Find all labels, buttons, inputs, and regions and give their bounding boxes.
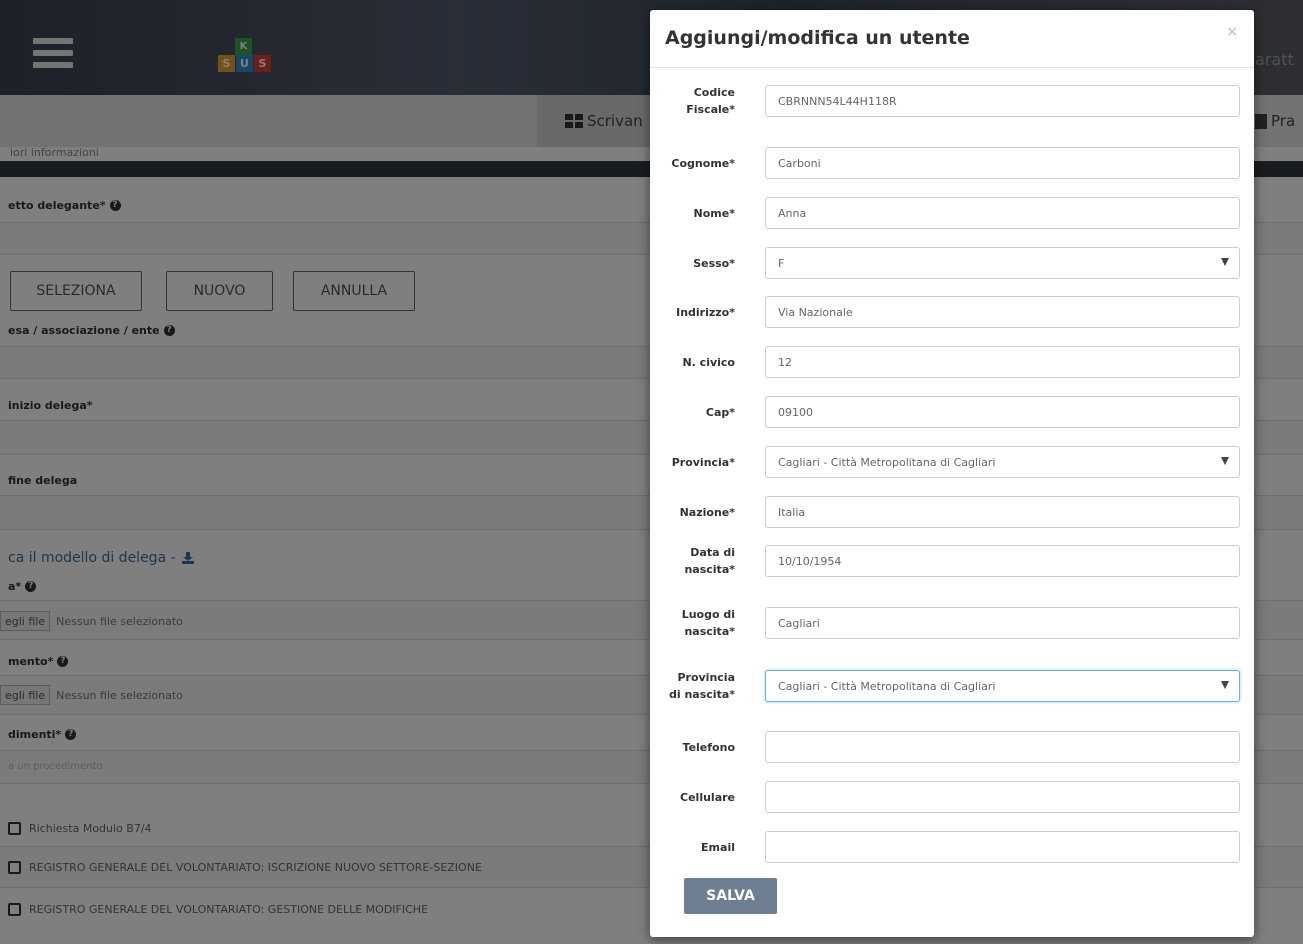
modal-divider xyxy=(650,67,1254,68)
dropdown-arrow-icon[interactable] xyxy=(1221,258,1229,266)
field-label-line: Cellulare xyxy=(680,790,735,804)
text-field[interactable]: CBRNNN54L44H118R xyxy=(765,85,1240,117)
field-label: Sesso* xyxy=(660,255,735,272)
text-field[interactable]: Italia xyxy=(765,496,1240,528)
field-label: Email xyxy=(660,839,735,856)
field-label-line: Fiscale* xyxy=(686,103,735,116)
select-field[interactable]: F xyxy=(765,247,1240,279)
field-value: Carboni xyxy=(778,156,821,170)
field-label-line: N. civico xyxy=(682,355,735,369)
field-label: Cap* xyxy=(660,404,735,421)
field-value: CBRNNN54L44H118R xyxy=(778,94,897,108)
field-label-line: nascita* xyxy=(684,563,735,576)
field-label-line: Nome* xyxy=(693,206,735,220)
text-field[interactable]: 10/10/1954 xyxy=(765,545,1240,577)
dropdown-arrow-icon[interactable] xyxy=(1221,457,1229,465)
field-label: Nazione* xyxy=(660,504,735,521)
field-label: N. civico xyxy=(660,354,735,371)
field-label: Codice Fiscale* xyxy=(660,84,735,118)
close-icon[interactable]: × xyxy=(1226,24,1238,40)
text-field[interactable] xyxy=(765,781,1240,813)
field-value: Anna xyxy=(778,206,807,220)
field-value: Cagliari - Città Metropolitana di Caglia… xyxy=(778,455,996,469)
field-label: Luogo di nascita* xyxy=(660,606,735,640)
field-value: F xyxy=(778,256,785,270)
save-button[interactable]: SALVA xyxy=(684,878,777,914)
field-label: Provincia* xyxy=(660,454,735,471)
text-field[interactable]: 09100 xyxy=(765,396,1240,428)
field-label: Nome* xyxy=(660,205,735,222)
modal-title: Aggiungi/modifica un utente xyxy=(665,27,970,49)
user-edit-modal: Aggiungi/modifica un utente × Codice Fisc… xyxy=(650,10,1254,937)
field-value: 09100 xyxy=(778,405,813,419)
text-field[interactable]: Via Nazionale xyxy=(765,296,1240,328)
field-value: 10/10/1954 xyxy=(778,554,842,568)
field-label-line: Email xyxy=(701,840,735,854)
dropdown-arrow-icon[interactable] xyxy=(1221,681,1229,689)
field-value: Cagliari xyxy=(778,616,820,630)
field-label: Provincia di nascita* xyxy=(660,669,735,703)
field-value: Cagliari - Città Metropolitana di Caglia… xyxy=(778,679,996,693)
select-field[interactable]: Cagliari - Città Metropolitana di Caglia… xyxy=(765,670,1240,702)
field-label: Indirizzo* xyxy=(660,304,735,321)
select-field[interactable]: Cagliari - Città Metropolitana di Caglia… xyxy=(765,446,1240,478)
field-label-line: Provincia xyxy=(677,671,735,684)
field-label-line: di nascita* xyxy=(669,688,735,701)
text-field[interactable] xyxy=(765,831,1240,863)
field-label: Data di nascita* xyxy=(660,544,735,578)
field-label-line: Provincia* xyxy=(671,455,735,469)
field-label-line: nascita* xyxy=(684,625,735,638)
field-label: Cellulare xyxy=(660,789,735,806)
field-label-line: Indirizzo* xyxy=(676,305,735,319)
text-field[interactable]: Anna xyxy=(765,197,1240,229)
field-label-line: Luogo di xyxy=(681,608,735,621)
text-field[interactable] xyxy=(765,731,1240,763)
field-label-line: Telefono xyxy=(682,740,735,754)
field-label-line: Sesso* xyxy=(693,256,735,270)
field-label-line: Nazione* xyxy=(679,505,735,519)
text-field[interactable]: 12 xyxy=(765,346,1240,378)
field-label-line: Cap* xyxy=(705,405,735,419)
field-label-line: Codice xyxy=(693,86,735,99)
field-label: Telefono xyxy=(660,739,735,756)
field-value: 12 xyxy=(778,355,792,369)
field-label-line: Data di xyxy=(690,546,735,559)
field-label-line: Cognome* xyxy=(671,156,735,170)
field-value: Via Nazionale xyxy=(778,305,853,319)
field-value: Italia xyxy=(778,505,806,519)
field-label: Cognome* xyxy=(660,155,735,172)
text-field[interactable]: Carboni xyxy=(765,147,1240,179)
text-field[interactable]: Cagliari xyxy=(765,607,1240,639)
